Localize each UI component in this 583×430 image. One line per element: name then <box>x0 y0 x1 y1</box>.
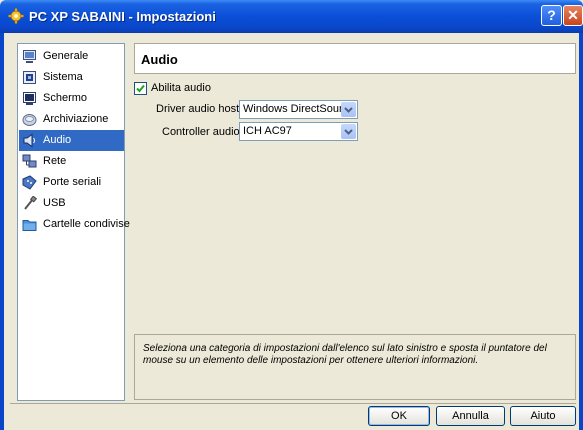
network-icon <box>22 154 37 168</box>
sidebar-item-label: Audio <box>43 134 72 146</box>
checkmark-icon <box>136 84 145 93</box>
controller-value: ICH AC97 <box>243 125 292 137</box>
disk-icon <box>22 114 37 126</box>
close-button[interactable]: ✕ <box>563 5 583 26</box>
help-button[interactable]: Aiuto <box>510 406 576 426</box>
sidebar-item-label: Rete <box>43 155 67 167</box>
monitor-icon <box>23 50 36 63</box>
sidebar-item-usb[interactable]: USB <box>19 193 124 214</box>
usb-icon <box>24 196 37 210</box>
host-driver-value: Windows DirectSound <box>243 103 352 115</box>
title-bar[interactable]: PC XP SABAINI - Impostazioni ? ✕ <box>0 0 583 33</box>
info-text: Seleziona una categoria di impostazioni … <box>143 343 547 366</box>
host-driver-select[interactable]: Windows DirectSound <box>239 100 358 119</box>
info-panel: Seleziona una categoria di impostazioni … <box>134 334 576 400</box>
display-icon <box>23 92 36 105</box>
sidebar-item-audio[interactable]: Audio <box>19 130 124 151</box>
window-title: PC XP SABAINI - Impostazioni <box>29 9 216 24</box>
gear-icon <box>8 8 24 24</box>
window-frame-right <box>579 33 583 430</box>
page-title-panel: Audio <box>134 43 576 74</box>
serial-port-icon <box>22 175 37 190</box>
enable-audio-label[interactable]: Abilita audio <box>151 82 211 94</box>
sidebar-item-label: Porte seriali <box>43 176 102 188</box>
speaker-icon <box>23 133 35 148</box>
folder-icon <box>22 220 37 231</box>
host-driver-label: Driver audio host: <box>156 103 243 115</box>
sidebar-item-rete[interactable]: Rete <box>19 151 124 172</box>
sidebar-item-label: Archiviazione <box>43 113 109 125</box>
sidebar-item-sistema[interactable]: Sistema <box>19 67 124 88</box>
chevron-down-icon[interactable] <box>341 124 356 139</box>
sidebar-item-cartelle-condivise[interactable]: Cartelle condivise <box>19 214 130 235</box>
help-title-button[interactable]: ? <box>541 5 562 26</box>
controller-select[interactable]: ICH AC97 <box>239 122 358 141</box>
settings-window: PC XP SABAINI - Impostazioni ? ✕ General… <box>0 0 583 430</box>
window-frame-left <box>0 33 4 430</box>
cancel-button[interactable]: Annulla <box>436 406 505 426</box>
chip-icon <box>23 71 36 84</box>
sidebar-item-label: USB <box>43 197 66 209</box>
controller-label: Controller audio: <box>162 126 243 138</box>
sidebar-item-label: Sistema <box>43 71 83 83</box>
page-title: Audio <box>141 52 178 67</box>
enable-audio-checkbox[interactable] <box>134 82 147 95</box>
sidebar-item-generale[interactable]: Generale <box>19 46 124 67</box>
sidebar-item-schermo[interactable]: Schermo <box>19 88 124 109</box>
sidebar-item-label: Cartelle condivise <box>43 218 130 230</box>
ok-button[interactable]: OK <box>368 406 430 426</box>
settings-category-list[interactable]: Generale Sistema Schermo Archiviazione A… <box>17 43 130 401</box>
sidebar-item-label: Schermo <box>43 92 88 104</box>
sidebar-item-label: Generale <box>43 50 89 62</box>
sidebar-item-porte-seriali[interactable]: Porte seriali <box>19 172 124 193</box>
sidebar-item-archiviazione[interactable]: Archiviazione <box>19 109 124 130</box>
chevron-down-icon[interactable] <box>341 102 356 117</box>
divider <box>10 403 576 404</box>
